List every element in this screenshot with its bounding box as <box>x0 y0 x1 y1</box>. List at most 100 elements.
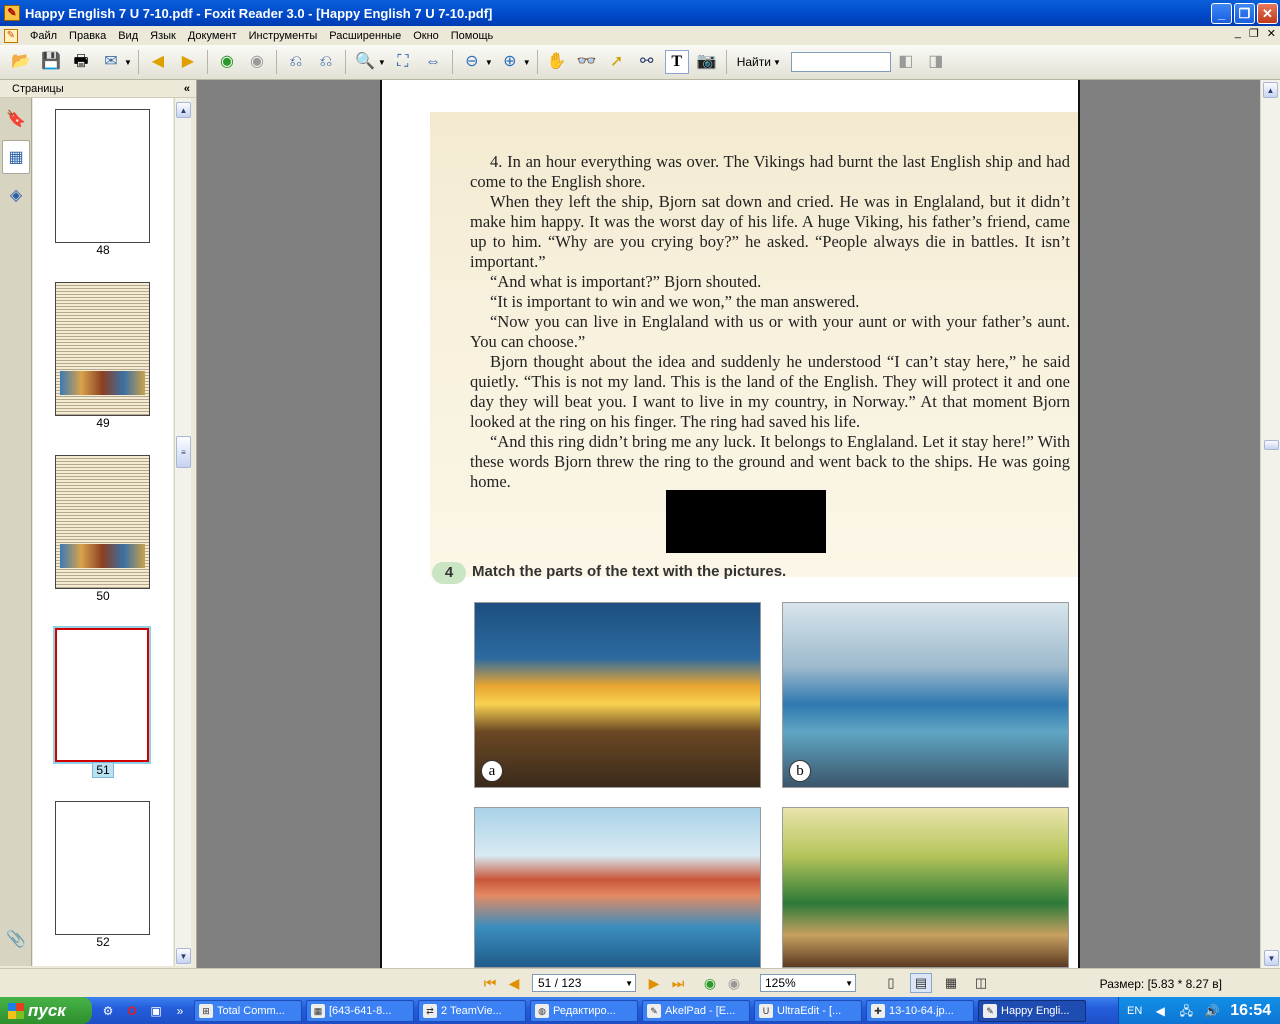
go-forward-icon[interactable]: ◉ <box>724 973 744 993</box>
paragraph: “It is important to win and we won,” the… <box>490 292 860 311</box>
print-icon[interactable]: 🖶 <box>69 50 93 74</box>
task-image-viewer[interactable]: ✚ 13-10-64.jp... <box>866 999 974 1022</box>
volume-icon[interactable]: 🔊 <box>1204 1003 1220 1019</box>
page-number-field[interactable]: 51 / 123 ▼ <box>532 974 636 992</box>
save-icon[interactable]: 💾 <box>39 50 63 74</box>
zoom-in-icon[interactable]: 🔍 <box>353 50 377 74</box>
network-icon[interactable]: 🖧 <box>1178 1003 1194 1019</box>
continuous-view-icon[interactable]: ▤ <box>910 973 932 993</box>
paragraph: “And this ring didn’t bring me any luck.… <box>470 432 1070 491</box>
next-page-icon[interactable]: ▶ <box>644 973 664 993</box>
taskbar: пуск ⚙ O ▣ » ⊞ Total Comm... ▦ [643-641-8.… <box>0 997 1280 1024</box>
next-view-icon[interactable]: ◉ <box>245 50 269 74</box>
scroll-up-icon[interactable]: ▲ <box>176 102 191 118</box>
open-icon[interactable]: 📂 <box>9 50 33 74</box>
attachments-tab-icon[interactable]: 📎 <box>2 922 30 956</box>
pages-tab-icon[interactable]: ▦ <box>2 140 30 174</box>
maximize-button[interactable]: ❐ <box>1234 3 1255 24</box>
quicklaunch-more-icon[interactable]: » <box>170 1001 190 1021</box>
single-page-view-icon[interactable]: ▯ <box>880 973 902 993</box>
exercise-instruction: Match the parts of the text with the pic… <box>472 563 787 580</box>
mdi-minimize-button[interactable]: _ <box>1235 27 1241 40</box>
fit-width-icon[interactable]: ⇔ <box>421 50 445 74</box>
go-back-icon[interactable]: ◉ <box>700 973 720 993</box>
mdi-restore-button[interactable]: ❐ <box>1249 27 1259 40</box>
page-thumbnail-48[interactable] <box>55 109 150 243</box>
scroll-up-icon[interactable]: ▲ <box>1263 82 1278 98</box>
first-page-icon[interactable]: ⏮ <box>480 973 500 993</box>
quicklaunch-settings-icon[interactable]: ⚙ <box>98 1001 118 1021</box>
thumbnail-picture <box>60 371 145 395</box>
task-ultraedit[interactable]: U UltraEdit - [... <box>754 999 862 1022</box>
snapshot-icon[interactable]: 📷 <box>695 50 719 74</box>
menu-language[interactable]: Язык <box>144 30 182 42</box>
find-label[interactable]: Найти <box>737 55 771 69</box>
rotate-right-icon[interactable]: ⎌ <box>314 50 338 74</box>
mdi-close-button[interactable]: ✕ <box>1267 27 1276 40</box>
tray-arrow-icon[interactable]: ◀ <box>1152 1003 1168 1019</box>
prev-view-icon[interactable]: ◉ <box>215 50 239 74</box>
panel-tabs: 🔖 ▦ ◈ 📎 <box>0 98 32 966</box>
menu-tools[interactable]: Инструменты <box>243 30 324 42</box>
scroll-down-icon[interactable]: ▼ <box>176 948 191 964</box>
rotate-left-icon[interactable]: ⎌ <box>284 50 308 74</box>
document-icon[interactable]: ✎ <box>4 28 18 43</box>
menu-help[interactable]: Помощь <box>445 30 500 42</box>
close-button[interactable]: ✕ <box>1257 3 1278 24</box>
menu-file[interactable]: Файл <box>24 30 63 42</box>
picture-burning-ship: a <box>474 602 761 788</box>
hand-icon[interactable]: ✋ <box>545 50 569 74</box>
find-previous-icon[interactable]: ◧ <box>894 50 918 74</box>
find-next-icon[interactable]: ◨ <box>924 50 948 74</box>
loupe-icon[interactable]: 👓 <box>575 50 599 74</box>
windows-flag-icon <box>8 1002 24 1019</box>
page-thumbnail-50[interactable] <box>55 455 150 589</box>
thumbnail-scrollbar[interactable]: ▲ ≡ ▼ <box>174 98 191 966</box>
back-icon[interactable]: ◀ <box>146 50 170 74</box>
binoculars-icon[interactable]: ⚯ <box>635 50 659 74</box>
quicklaunch-app-icon[interactable]: ▣ <box>146 1001 166 1021</box>
scroll-down-icon[interactable]: ▼ <box>1264 950 1279 966</box>
zoom-plus-icon[interactable]: ⊕ <box>498 50 522 74</box>
document-view[interactable]: 4. In an hour everything was over. The V… <box>197 80 1260 968</box>
quicklaunch-opera-icon[interactable]: O <box>122 1001 142 1021</box>
task-foxit-reader[interactable]: ✎ Happy Engli... <box>978 999 1086 1022</box>
last-page-icon[interactable]: ⏭ <box>668 973 688 993</box>
task-teamviewer[interactable]: ⇄ 2 TeamVie... <box>418 999 526 1022</box>
menu-window[interactable]: Окно <box>407 30 445 42</box>
continuous-facing-view-icon[interactable]: ◫ <box>970 973 992 993</box>
language-indicator[interactable]: EN <box>1127 1005 1142 1017</box>
menu-edit[interactable]: Правка <box>63 30 112 42</box>
layers-tab-icon[interactable]: ◈ <box>2 178 30 212</box>
collapse-panel-icon[interactable]: « <box>184 83 190 95</box>
previous-page-icon[interactable]: ◀ <box>504 973 524 993</box>
page-size-text: Размер: [5.83 * 8.27 в] <box>1099 977 1222 991</box>
start-button[interactable]: пуск <box>0 997 92 1024</box>
fit-page-icon[interactable]: ⛶ <box>391 50 415 74</box>
clock[interactable]: 16:54 <box>1230 1002 1271 1020</box>
task-spreadsheet[interactable]: ▦ [643-641-8... <box>306 999 414 1022</box>
page-thumbnail-49[interactable] <box>55 282 150 416</box>
menu-document[interactable]: Документ <box>182 30 243 42</box>
menu-advanced[interactable]: Расширенные <box>323 30 407 42</box>
scroll-thumb[interactable] <box>1264 440 1279 450</box>
bookmarks-tab-icon[interactable]: 🔖 <box>2 102 30 136</box>
task-total-commander[interactable]: ⊞ Total Comm... <box>194 999 302 1022</box>
minimize-button[interactable]: _ <box>1211 3 1232 24</box>
task-akelpad[interactable]: ✎ AkelPad - [E... <box>642 999 750 1022</box>
find-input[interactable] <box>790 52 891 72</box>
forward-icon[interactable]: ▶ <box>176 50 200 74</box>
email-icon[interactable]: ✉ <box>99 50 123 74</box>
zoom-field[interactable]: 125% ▼ <box>760 974 856 992</box>
page-thumbnail-52[interactable] <box>55 801 150 935</box>
page-thumbnail-51[interactable] <box>55 628 149 762</box>
text-select-icon[interactable]: T <box>664 50 689 74</box>
menu-view[interactable]: Вид <box>112 30 144 42</box>
select-arrow-icon[interactable]: ➚ <box>605 50 629 74</box>
facing-view-icon[interactable]: ▦ <box>940 973 962 993</box>
scroll-thumb[interactable]: ≡ <box>176 436 191 468</box>
task-firefox[interactable]: ◍ Редактиро... <box>530 999 638 1022</box>
task-label: AkelPad - [E... <box>665 1004 736 1017</box>
document-scrollbar[interactable]: ▲ ▼ <box>1260 80 1280 968</box>
zoom-out-icon[interactable]: ⊖ <box>460 50 484 74</box>
